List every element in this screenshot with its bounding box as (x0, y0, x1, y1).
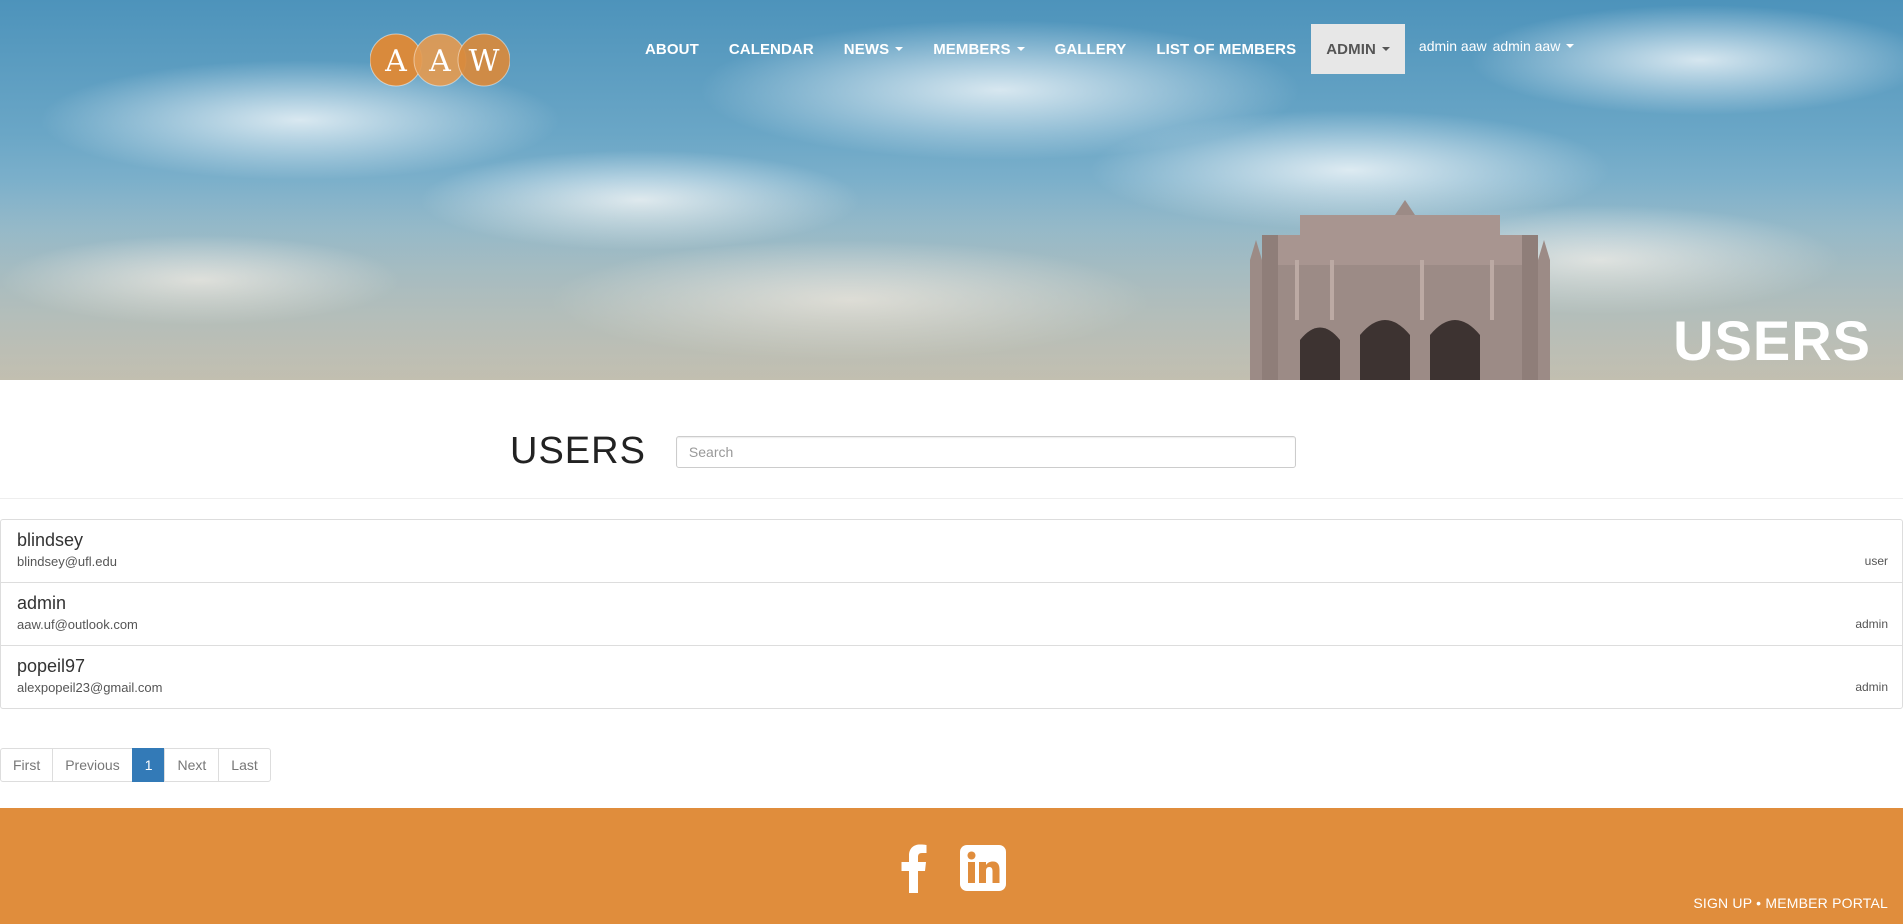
user-role: admin (1855, 680, 1888, 694)
nav-list-of-members[interactable]: LIST OF MEMBERS (1141, 24, 1311, 74)
pagination-next-button[interactable]: Next (164, 748, 220, 782)
pagination-last-button[interactable]: Last (218, 748, 271, 782)
pagination: First Previous 1 Next Last (0, 748, 271, 782)
user-username: blindsey (17, 530, 84, 550)
nav-about[interactable]: ABOUT (630, 24, 714, 74)
sign-up-link[interactable]: SIGN UP (1693, 895, 1752, 911)
page-title: USERS (510, 430, 646, 472)
current-user-name: admin aaw (1418, 38, 1487, 54)
user-email: aaw.uf@outlook.com (17, 617, 138, 632)
nav-gallery[interactable]: GALLERY (1040, 24, 1142, 74)
user-role: user (1864, 554, 1888, 568)
hero-title: USERS (1673, 309, 1871, 372)
aaw-logo[interactable]: A A W (370, 30, 510, 90)
user-menu-dropdown[interactable]: admin aaw (1493, 24, 1575, 68)
pagination-page-1[interactable]: 1 (131, 748, 166, 782)
caret-down-icon (1016, 47, 1025, 51)
user-row[interactable]: admin aaw.uf@outlook.com admin (1, 583, 1902, 646)
user-email: alexpopeil23@gmail.com (17, 680, 163, 695)
caret-down-icon (895, 47, 904, 51)
facebook-icon[interactable] (897, 843, 929, 893)
pagination-previous-button[interactable]: Previous (52, 748, 133, 782)
nav-calendar[interactable]: CALENDAR (714, 24, 829, 74)
main-nav: ABOUT CALENDAR NEWS MEMBERS GALLERY LIST… (630, 24, 1575, 74)
footer (0, 808, 1903, 924)
footer-links: SIGN UP • MEMBER PORTAL (1693, 895, 1888, 911)
user-row[interactable]: popeil97 alexpopeil23@gmail.com admin (1, 646, 1902, 708)
users-header: USERS (510, 430, 1296, 473)
user-role: admin (1855, 617, 1888, 631)
logo-letter: W (469, 44, 500, 79)
divider (0, 498, 1903, 499)
user-row[interactable]: blindsey blindsey@ufl.edu user (1, 520, 1902, 583)
logo-letter: A (384, 44, 407, 79)
caret-down-icon (1566, 44, 1575, 48)
nav-news[interactable]: NEWS (829, 24, 918, 74)
user-email: blindsey@ufl.edu (17, 554, 117, 569)
user-username: popeil97 (17, 656, 86, 676)
pagination-first-button[interactable]: First (0, 748, 54, 782)
nav-admin[interactable]: ADMIN (1311, 24, 1405, 74)
logo-letter: A (428, 44, 451, 79)
users-list: blindsey blindsey@ufl.edu user admin aaw… (0, 519, 1903, 709)
hero-banner: A A W ABOUT CALENDAR NEWS MEMBERS GALLER… (0, 0, 1903, 380)
nav-members[interactable]: MEMBERS (918, 24, 1039, 74)
footer-separator: • (1756, 895, 1762, 911)
search-input[interactable] (675, 435, 1296, 468)
user-username: admin (17, 593, 67, 613)
linkedin-icon[interactable] (960, 845, 1006, 891)
member-portal-link[interactable]: MEMBER PORTAL (1765, 895, 1888, 911)
caret-down-icon (1381, 47, 1390, 51)
